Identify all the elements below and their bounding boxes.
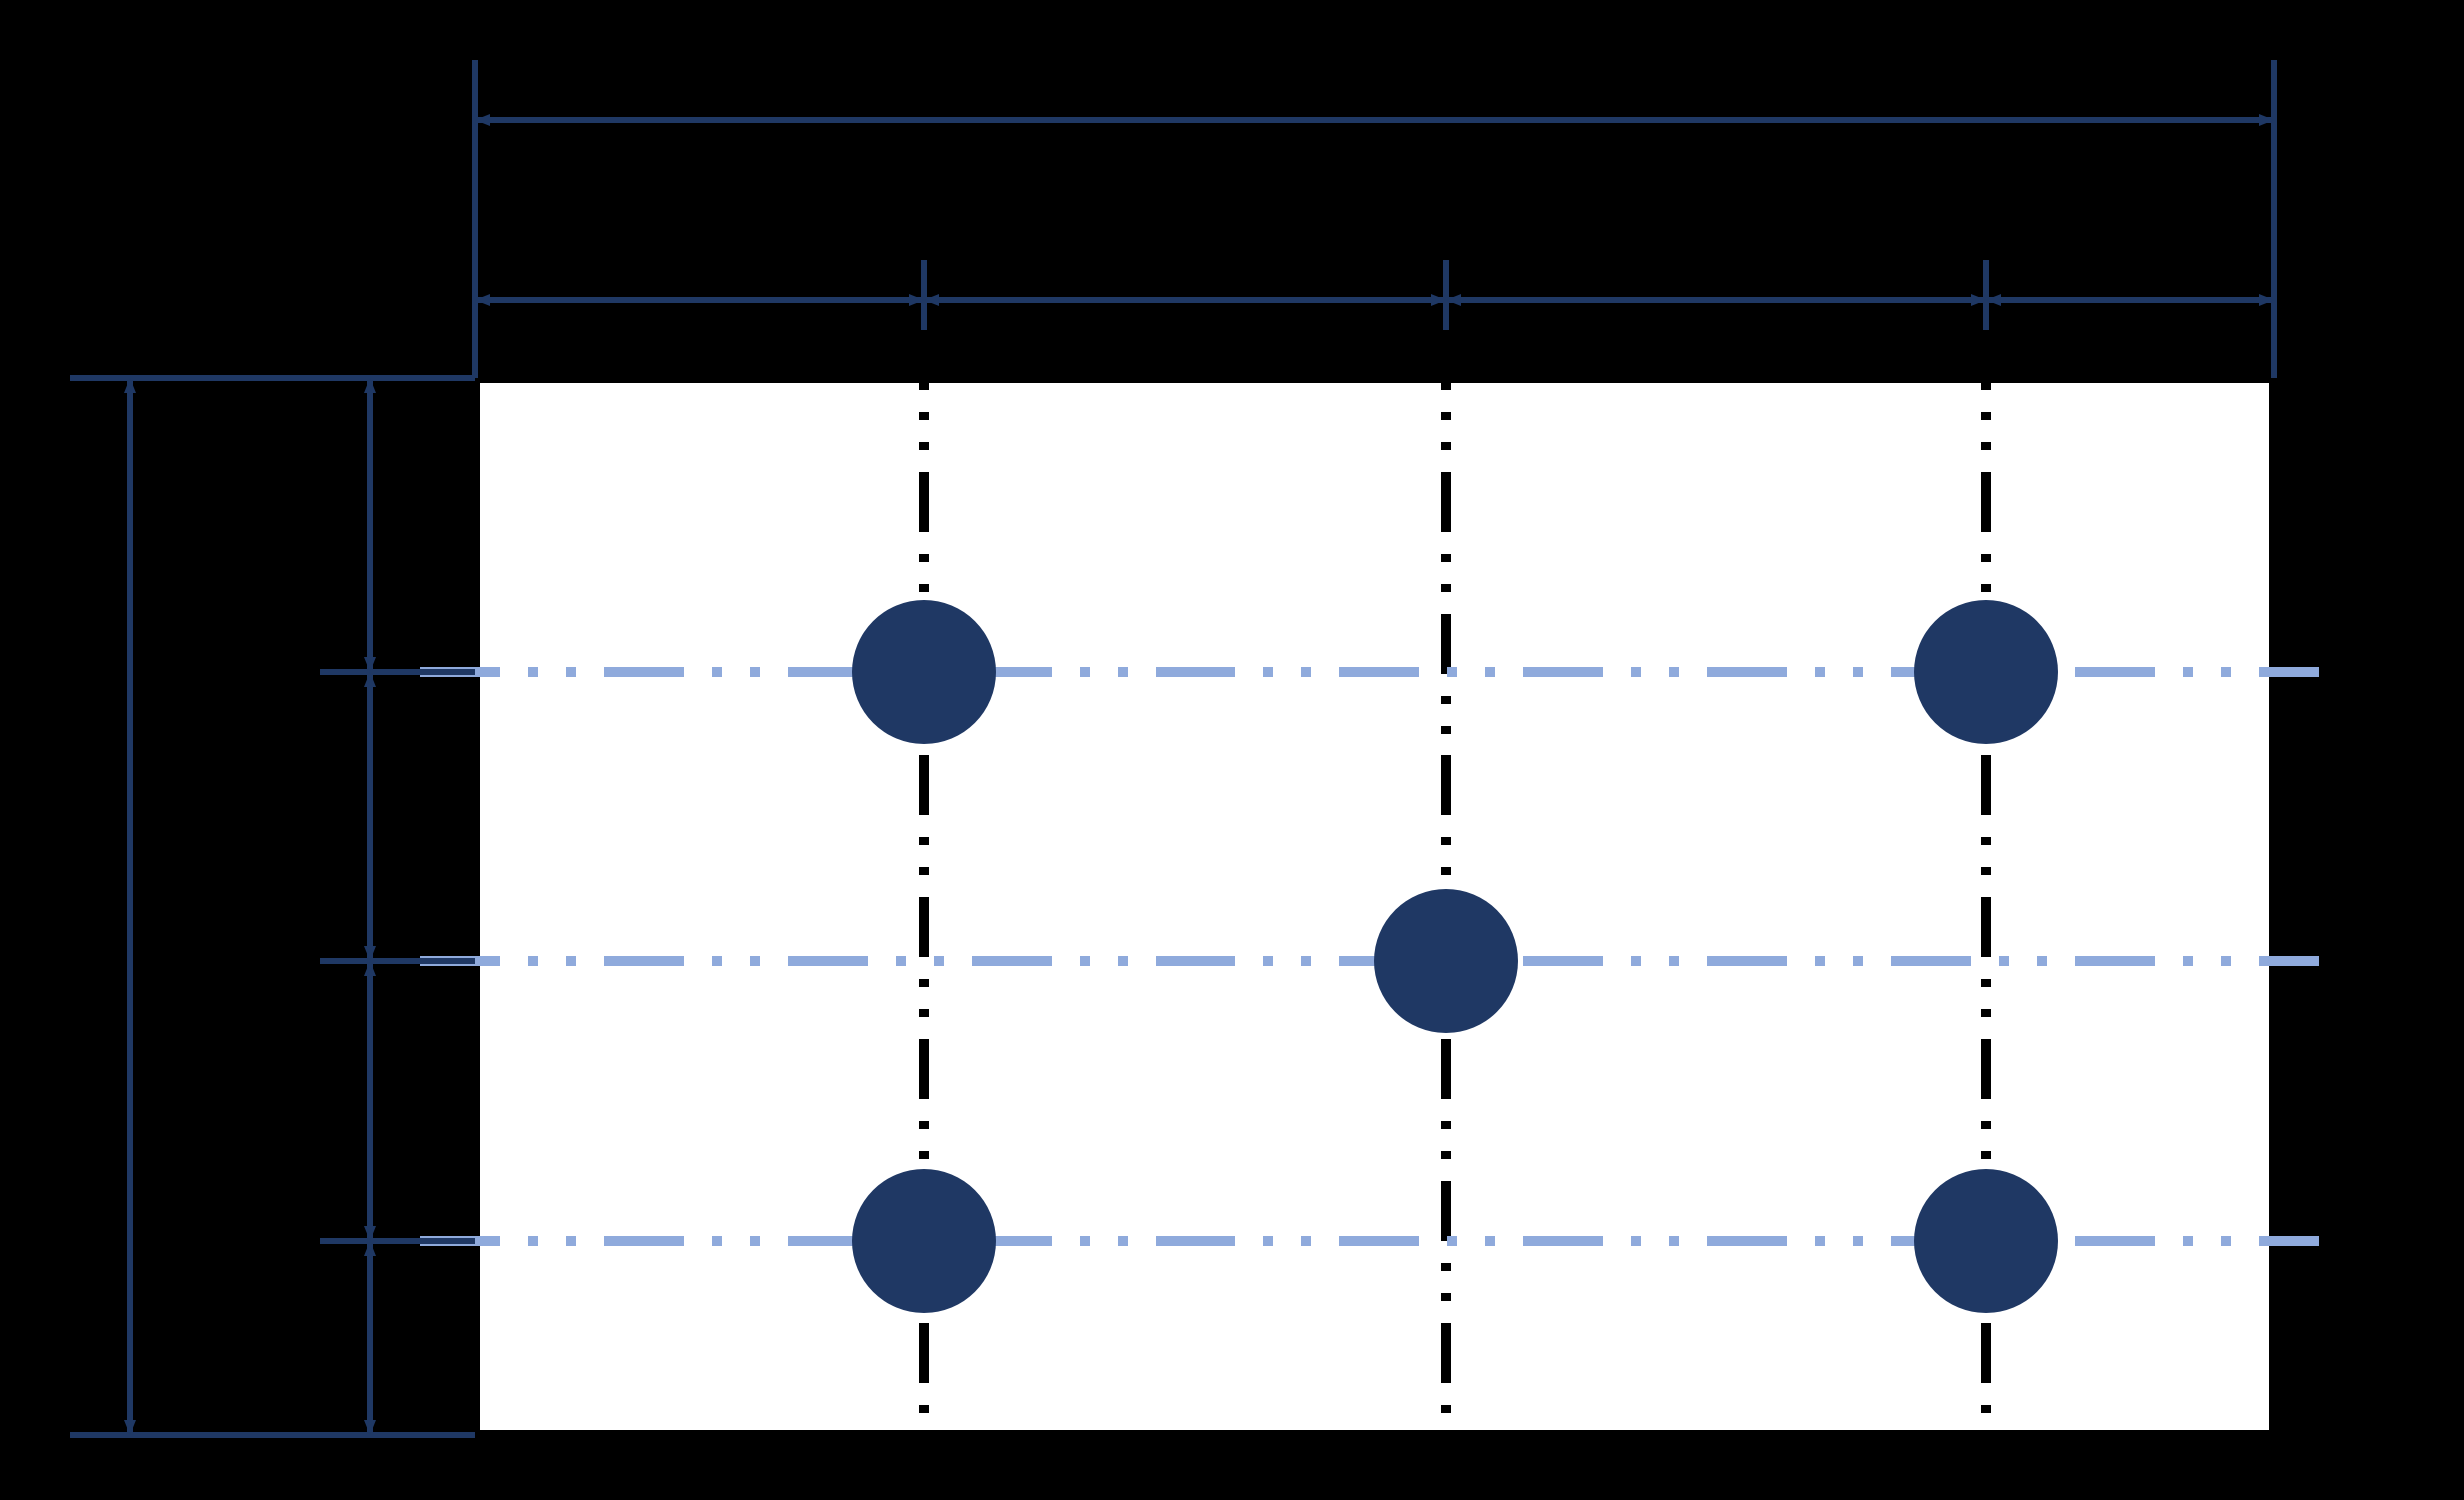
hole-bottom-left [852, 1169, 996, 1313]
hole-top-left [852, 600, 996, 744]
hole-top-right [1914, 600, 2058, 744]
hole-bottom-right [1914, 1169, 2058, 1313]
technical-drawing [0, 0, 2464, 1500]
hole-center [1374, 889, 1518, 1033]
